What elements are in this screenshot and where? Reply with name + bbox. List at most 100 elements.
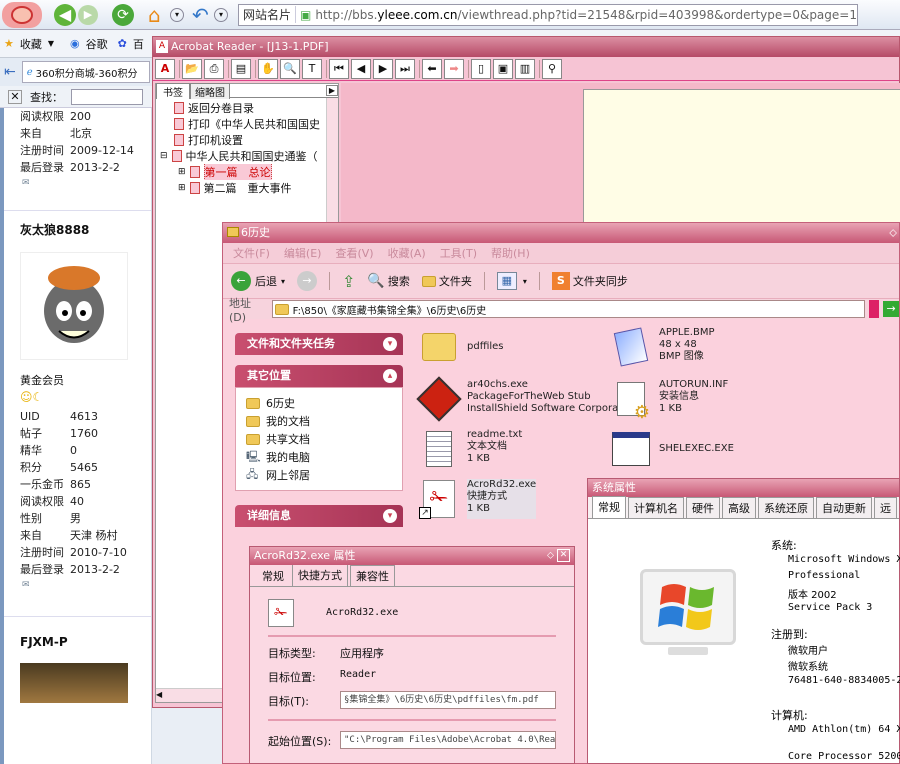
message-icon[interactable]: ✉: [0, 580, 151, 590]
sysprop-titlebar[interactable]: 系统属性: [588, 479, 899, 497]
username[interactable]: 灰太狼8888: [0, 221, 151, 238]
window-control-icon[interactable]: ⬦: [889, 223, 897, 243]
bookmark-baidu[interactable]: 百: [133, 36, 144, 52]
sidebar-toggle-icon[interactable]: ⇤: [4, 64, 16, 80]
place-link[interactable]: 🖳 我的电脑: [246, 448, 392, 466]
avatar[interactable]: [20, 252, 128, 360]
other-places-header[interactable]: 其它位置 ▴: [235, 365, 403, 387]
back-icon[interactable]: ◀: [54, 3, 76, 26]
search-button[interactable]: 🔍 搜索: [367, 273, 409, 289]
tab-system-restore[interactable]: 系统还原: [758, 497, 814, 518]
open-icon[interactable]: 📂: [182, 58, 202, 79]
first-page-icon[interactable]: ⏮: [329, 58, 349, 79]
file-item-selected[interactable]: ✁ ↗ AcroRd32.exe 快捷方式 1 KB: [419, 479, 537, 519]
tab-general[interactable]: 常规: [256, 565, 290, 586]
next-page-icon[interactable]: ▶: [373, 58, 393, 79]
avatar[interactable]: [20, 663, 128, 703]
file-item[interactable]: APPLE.BMP 48 x 48 BMP 图像: [611, 327, 715, 367]
views-icon[interactable]: ▦: [496, 272, 517, 290]
menu-view[interactable]: 查看(V): [335, 245, 373, 261]
browser-logo-icon[interactable]: [2, 1, 42, 28]
find-input[interactable]: [71, 88, 143, 105]
tab-thumbnails[interactable]: 缩略图: [190, 82, 230, 99]
fit-page-icon[interactable]: ▣: [493, 58, 513, 79]
menu-favorites[interactable]: 收藏(A): [388, 245, 426, 261]
close-icon[interactable]: ✕: [8, 89, 22, 104]
collapse-icon[interactable]: ▾: [383, 337, 397, 351]
home-icon[interactable]: ⌂: [148, 4, 170, 26]
up-icon[interactable]: ⇪: [342, 272, 355, 291]
file-item[interactable]: pdffiles: [419, 327, 504, 367]
place-link[interactable]: 🖧 网上邻居: [246, 466, 392, 484]
tab-computer-name[interactable]: 计算机名: [628, 497, 684, 518]
address-field[interactable]: F:\850\《家庭藏书集锦全集》\6历史\6历史: [271, 300, 866, 318]
forward-icon[interactable]: ▶: [78, 4, 98, 25]
explorer-titlebar[interactable]: 6历史 ⬦: [223, 223, 899, 243]
shortprop-titlebar[interactable]: AcroRd32.exe 属性 ⬦ ✕: [250, 547, 574, 565]
place-link[interactable]: 6历史: [246, 394, 392, 412]
prev-page-icon[interactable]: ◀: [351, 58, 371, 79]
menu-help[interactable]: 帮助(H): [491, 245, 530, 261]
chevron-down-icon[interactable]: ▼: [48, 39, 54, 48]
go-back-icon[interactable]: ⬅: [422, 58, 442, 79]
username[interactable]: FJXM-P: [0, 635, 151, 649]
place-link[interactable]: 共享文档: [246, 430, 392, 448]
home-dropdown-icon[interactable]: ▾: [170, 7, 184, 22]
folders-button[interactable]: 文件夹: [421, 273, 472, 289]
print-icon[interactable]: ⎙: [204, 58, 224, 79]
menu-edit[interactable]: 编辑(E): [284, 245, 322, 261]
fit-width-icon[interactable]: ▥: [515, 58, 535, 79]
zoom-tool-icon[interactable]: 🔍: [280, 58, 300, 79]
undo-icon[interactable]: ↶: [192, 4, 214, 26]
find-icon[interactable]: ⚲: [542, 58, 562, 79]
close-icon[interactable]: ✕: [557, 549, 570, 562]
address-bar[interactable]: 网站名片 ▣ http://bbs. yleee.com.cn/viewthrea…: [238, 3, 858, 26]
expand-icon[interactable]: ⊞: [178, 167, 186, 177]
refresh-icon[interactable]: ⟳: [112, 3, 134, 26]
bookmark-item-selected[interactable]: ⊞ 第一篇 总论: [156, 164, 338, 180]
details-header[interactable]: 详细信息 ▾: [235, 505, 403, 527]
address-dropdown-icon[interactable]: [869, 300, 880, 318]
pane-menu-arrow-icon[interactable]: ▶: [326, 85, 338, 96]
last-page-icon[interactable]: ⏭: [395, 58, 415, 79]
target-field[interactable]: §集锦全集》\6历史\6历史\pdffiles\fm.pdf: [340, 691, 556, 709]
forward-icon[interactable]: →: [297, 271, 318, 291]
menu-tools[interactable]: 工具(T): [440, 245, 477, 261]
file-item[interactable]: readme.txt 文本文档 1 KB: [419, 429, 522, 469]
bookmark-item[interactable]: ⊞ 第二篇 重大事件: [156, 180, 338, 196]
tab-compatibility[interactable]: 兼容性: [350, 565, 395, 586]
tab-shortcut[interactable]: 快捷方式: [292, 564, 348, 586]
collapse-icon[interactable]: ⊟: [160, 151, 168, 161]
bookmark-item[interactable]: ⊟ 中华人民共和国国史通鉴（: [156, 148, 338, 164]
acrobat-titlebar[interactable]: A Acrobat Reader - [J13-1.PDF]: [153, 37, 899, 57]
text-select-icon[interactable]: T: [302, 58, 322, 79]
go-forward-icon[interactable]: ➡: [444, 58, 464, 79]
bookmark-favorites[interactable]: 收藏: [20, 36, 42, 52]
bookmark-item[interactable]: 打印机设置: [156, 132, 338, 148]
start-in-field[interactable]: "C:\Program Files\Adobe\Acrobat 4.0\Rea: [340, 731, 556, 749]
hand-tool-icon[interactable]: ✋: [258, 58, 278, 79]
back-button[interactable]: ← 后退 ▾: [231, 271, 285, 291]
file-item[interactable]: ⚙ AUTORUN.INF 安装信息 1 KB: [611, 379, 728, 422]
place-link[interactable]: 我的文档: [246, 412, 392, 430]
undo-dropdown-icon[interactable]: ▾: [214, 7, 228, 22]
file-item[interactable]: SHELEXEC.EXE: [611, 429, 734, 469]
tab-hardware[interactable]: 硬件: [686, 497, 720, 518]
browser-tab[interactable]: ℯ 360积分商城-360积分: [21, 61, 150, 83]
file-item[interactable]: ar40chs.exe PackageForTheWeb Stub InstallS…: [416, 376, 628, 422]
expand-icon[interactable]: ⊞: [178, 183, 186, 193]
collapse-icon[interactable]: ▴: [383, 369, 397, 383]
menu-file[interactable]: 文件(F): [233, 245, 270, 261]
help-icon[interactable]: ⬦: [547, 547, 554, 565]
tab-general[interactable]: 常规: [592, 496, 626, 518]
bookmark-item[interactable]: 返回分卷目录: [156, 100, 338, 116]
bookmark-item[interactable]: 打印《中华人民共和国国史: [156, 116, 338, 132]
site-card-label[interactable]: 网站名片: [239, 6, 297, 23]
tab-auto-update[interactable]: 自动更新: [816, 497, 872, 518]
bookmark-google[interactable]: 谷歌: [86, 36, 108, 52]
tasks-header[interactable]: 文件和文件夹任务 ▾: [235, 333, 403, 355]
actual-size-icon[interactable]: ▯: [471, 58, 491, 79]
show-hide-navpane-icon[interactable]: ▤: [231, 58, 251, 79]
tab-remote[interactable]: 远: [874, 497, 897, 518]
sync-button[interactable]: S 文件夹同步: [551, 272, 628, 290]
